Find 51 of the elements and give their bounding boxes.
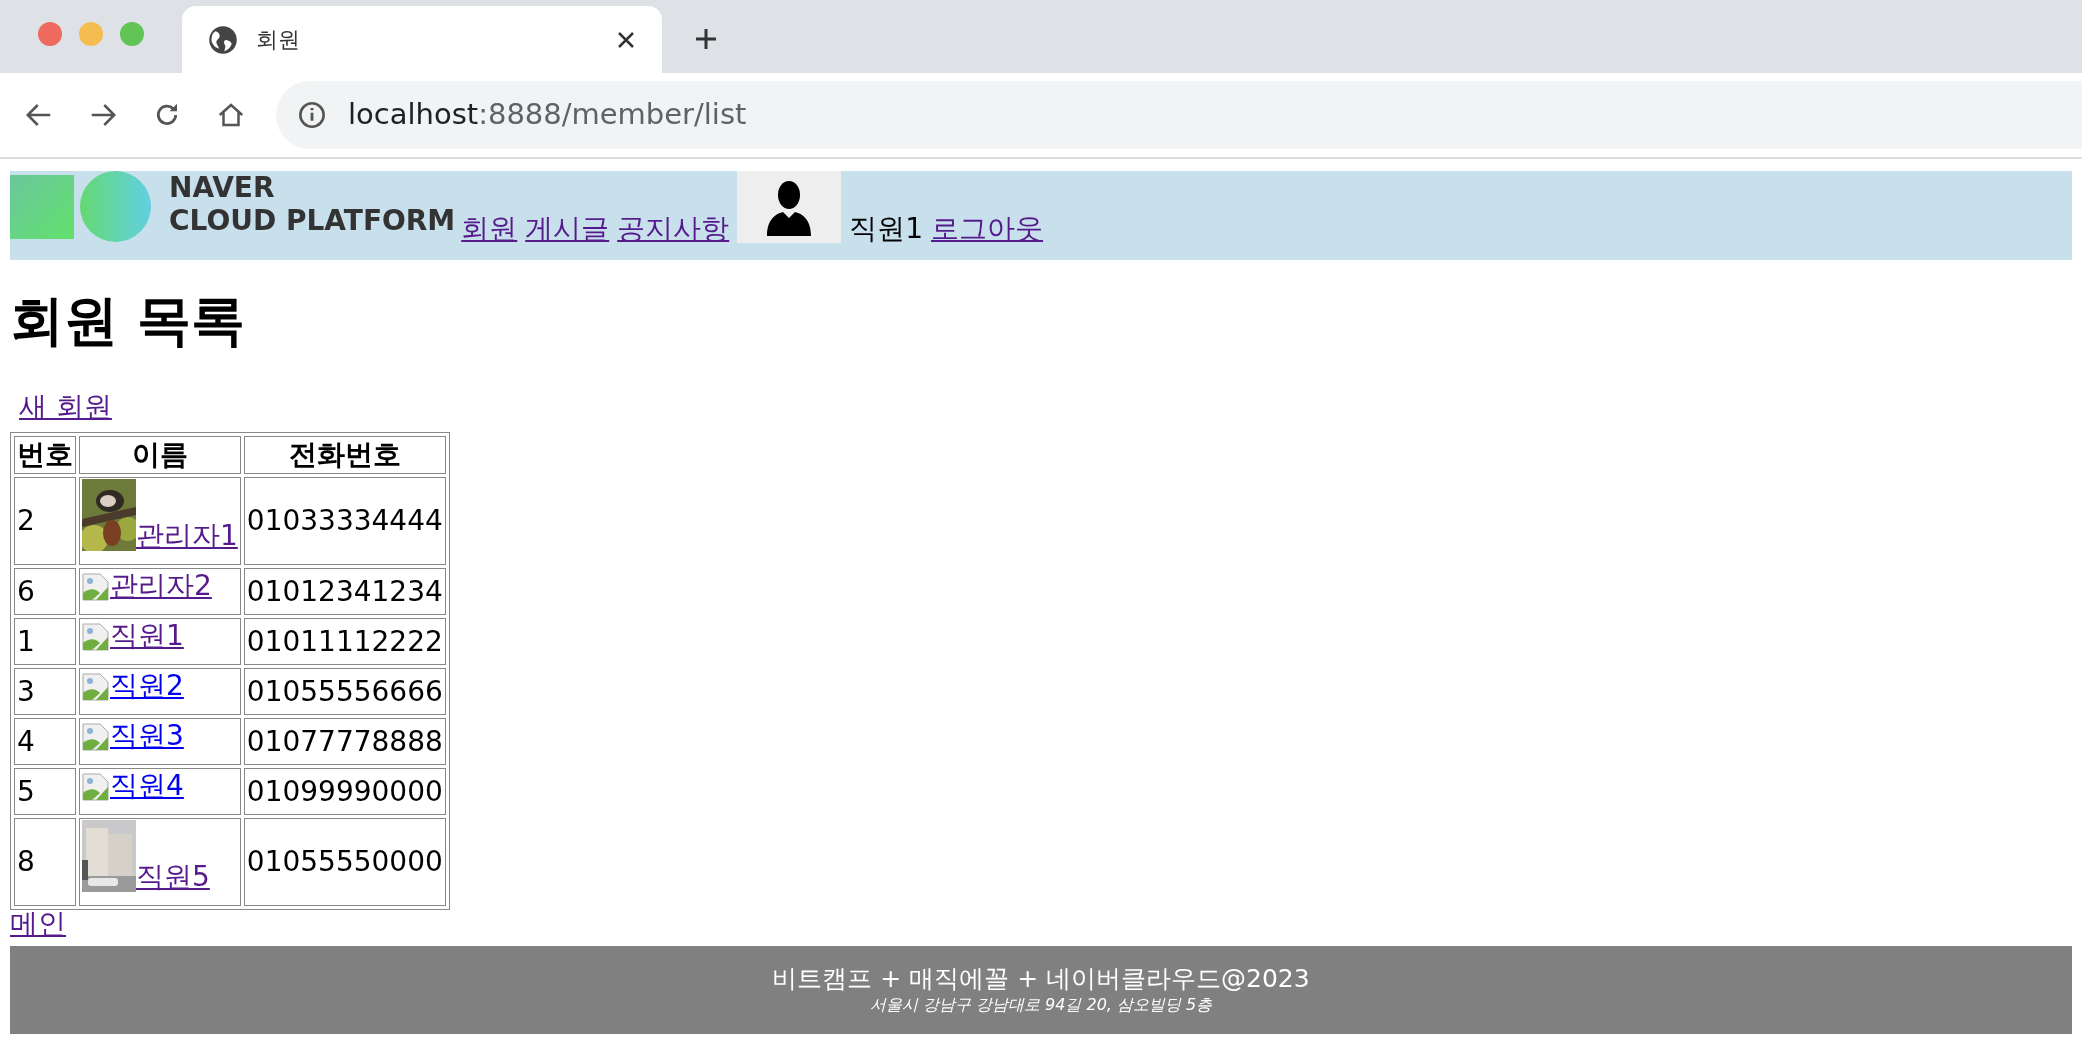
column-header: 번호 (14, 436, 76, 474)
logout-link[interactable]: 로그아웃 (931, 208, 1044, 250)
table-cell: 8 (14, 818, 76, 906)
member-name-link[interactable]: 직원3 (110, 721, 184, 751)
table-cell: 01077778888 (243, 718, 446, 765)
table-cell: 01055556666 (243, 668, 446, 715)
user-name: 직원1 (849, 211, 924, 247)
member-name-link[interactable]: 관리자2 (110, 571, 212, 601)
new-tab-icon[interactable] (694, 27, 718, 51)
column-header: 전화번호 (243, 436, 446, 474)
table-cell: 1 (14, 618, 76, 665)
nav-link[interactable]: 게시글 (525, 208, 610, 250)
broken-image-icon (82, 723, 110, 751)
new-member-link[interactable]: 새 회원 (19, 386, 112, 428)
broken-image-icon (82, 673, 110, 701)
table-cell: 01012341234 (243, 568, 446, 615)
main-link[interactable]: 메인 (10, 910, 66, 938)
table-cell: 3 (14, 668, 76, 715)
broken-image-icon (82, 773, 110, 801)
member-name-link[interactable]: 직원5 (136, 862, 210, 892)
table-cell: 01055550000 (243, 818, 446, 906)
tab-title: 회원 (256, 26, 300, 54)
browser-tab[interactable]: 회원 (182, 6, 662, 73)
logo-text: CLOUD PLATFORM (169, 204, 456, 237)
url-path: :8888/member/list (478, 97, 747, 132)
table-cell: 01011112222 (243, 618, 446, 665)
url-host: localhost (348, 97, 479, 132)
member-name-link[interactable]: 직원1 (110, 621, 184, 651)
page-heading: 회원 목록 (10, 288, 246, 354)
footer-address: 서울시 강남구 강남대로 94길 20, 삼오빌딩 5층 (869, 994, 1213, 1016)
column-header: 이름 (79, 436, 241, 474)
table-cell: 01099990000 (243, 768, 446, 815)
address-bar[interactable]: localhost:8888/member/list (276, 81, 2082, 149)
member-name-link[interactable]: 관리자1 (136, 521, 238, 551)
nav-link[interactable]: 공지사항 (617, 208, 730, 250)
table-cell: 4 (14, 718, 76, 765)
table-cell: 5 (14, 768, 76, 815)
broken-image-icon (82, 623, 110, 651)
close-icon[interactable] (616, 29, 636, 50)
table-cell: 6 (14, 568, 76, 615)
logo-text: NAVER (169, 171, 276, 204)
footer-title: 비트캠프 + 매직에꼴 + 네이버클라우드@2023 (772, 964, 1310, 994)
table-cell: 01033334444 (243, 477, 446, 565)
member-name-link[interactable]: 직원4 (110, 771, 184, 801)
member-name-link[interactable]: 직원2 (110, 671, 184, 701)
globe-icon (208, 24, 238, 55)
table-cell: 2 (14, 477, 76, 565)
broken-image-icon (82, 573, 110, 601)
person-icon (765, 178, 814, 236)
nav-link[interactable]: 회원 (461, 208, 518, 250)
info-icon (298, 101, 326, 129)
